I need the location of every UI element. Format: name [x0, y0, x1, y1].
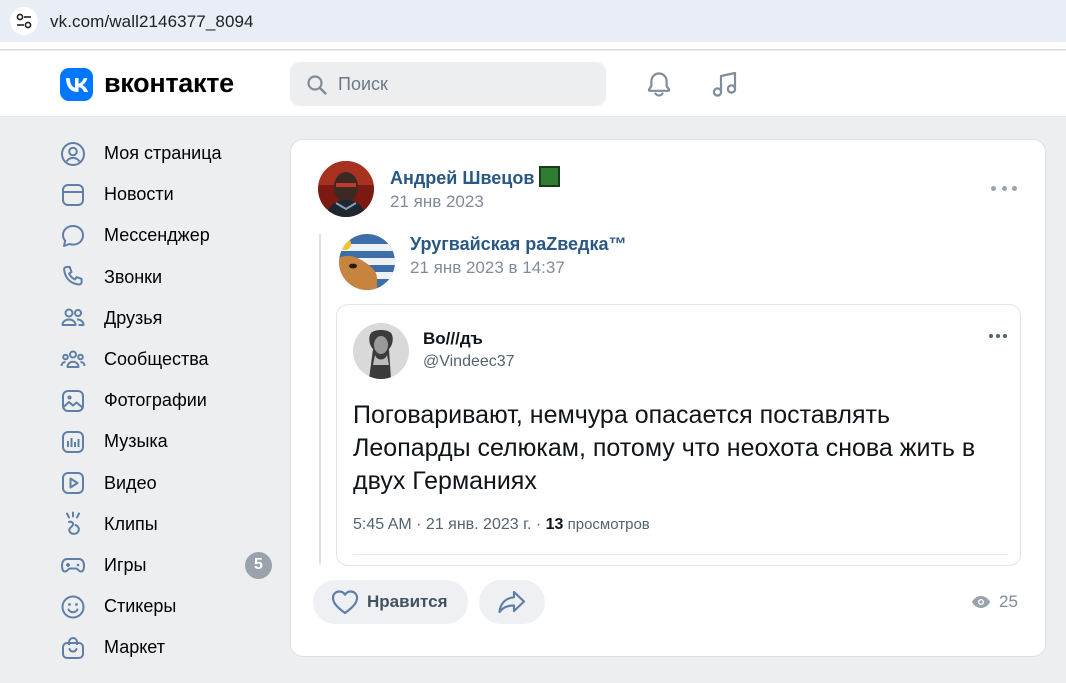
- sidebar-item-label: Стикеры: [104, 596, 177, 617]
- sidebar-item-friends[interactable]: Друзья: [60, 298, 275, 339]
- sidebar-item-calls[interactable]: Звонки: [60, 257, 275, 298]
- repost-avatar[interactable]: [339, 234, 395, 290]
- site-settings-icon[interactable]: [10, 7, 38, 35]
- vk-header: вконтакте: [0, 51, 1066, 117]
- sidebar-item-my-page[interactable]: Моя страница: [60, 133, 275, 174]
- tweet-image: Во///дъ @Vindeec37 Поговаривают, немчура…: [336, 304, 1021, 566]
- like-label: Нравится: [367, 592, 448, 611]
- sidebar-item-label: Звонки: [104, 266, 163, 287]
- sidebar-item-label: Фотографии: [104, 390, 207, 411]
- sidebar-item-label: Сообщества: [104, 349, 209, 370]
- sidebar-item-label: Музыка: [104, 431, 168, 452]
- post-author-name[interactable]: Андрей Швецов: [390, 166, 561, 189]
- sidebar-item-label: Маркет: [104, 637, 165, 658]
- sidebar-item-video[interactable]: Видео: [60, 463, 275, 504]
- address-bar-field[interactable]: vk.com/wall2146377_8094: [0, 0, 1066, 42]
- url-text[interactable]: vk.com/wall2146377_8094: [50, 12, 254, 32]
- friends-icon: [60, 304, 94, 332]
- sidebar-item-communities[interactable]: Сообщества: [60, 339, 275, 380]
- post-more-icon[interactable]: [991, 178, 1017, 198]
- sidebar-item-music[interactable]: Музыка: [60, 421, 275, 462]
- author-avatar[interactable]: [318, 161, 374, 217]
- left-nav: Моя страница Новости Мессенджер Звонки Д…: [60, 133, 275, 668]
- tweet-handle: @Vindeec37: [423, 353, 515, 370]
- bell-icon[interactable]: [643, 68, 675, 100]
- tweet-author-name: Во///дъ: [423, 329, 483, 348]
- clips-icon: [60, 510, 94, 538]
- share-arrow-icon: [497, 589, 527, 615]
- user-circle-icon: [60, 140, 94, 168]
- share-button[interactable]: [479, 580, 545, 624]
- sidebar-item-label: Игры: [104, 554, 147, 575]
- market-bag-icon: [60, 634, 94, 662]
- tweet-text: Поговаривают, немчура опасается поставля…: [353, 401, 976, 495]
- sidebar-item-label: Видео: [104, 472, 157, 493]
- tweet-more-icon: [989, 330, 1007, 342]
- browser-address-bar: vk.com/wall2146377_8094: [0, 0, 1066, 50]
- views-count: 25: [999, 592, 1018, 611]
- tweet-divider: [353, 554, 1008, 555]
- photo-icon: [60, 387, 94, 415]
- heart-icon: [331, 589, 359, 615]
- sidebar-item-label: Новости: [104, 184, 174, 205]
- wall-post: Андрей Швецов 21 янв 2023 Уругвайская ра…: [290, 139, 1046, 657]
- sidebar-item-messenger[interactable]: Мессенджер: [60, 215, 275, 256]
- news-icon: [60, 181, 94, 209]
- author-badge-icon: [539, 166, 561, 187]
- video-icon: [60, 469, 94, 497]
- sidebar-item-label: Друзья: [104, 307, 163, 328]
- vk-logo-icon[interactable]: [60, 68, 93, 101]
- sidebar-item-stickers[interactable]: Стикеры: [60, 586, 275, 627]
- search-input[interactable]: [338, 62, 588, 106]
- sidebar-item-photos[interactable]: Фотографии: [60, 380, 275, 421]
- sidebar-item-label: Мессенджер: [104, 225, 210, 246]
- communities-icon: [60, 346, 94, 374]
- sidebar-item-label: Моя страница: [104, 143, 222, 164]
- sidebar-item-market[interactable]: Маркет: [60, 627, 275, 668]
- phone-icon: [60, 263, 94, 291]
- sidebar-item-clips[interactable]: Клипы: [60, 504, 275, 545]
- eye-icon: [971, 595, 991, 609]
- repost-author-name[interactable]: Уругвайская раZведка™: [410, 234, 627, 255]
- search-icon: [306, 74, 328, 101]
- sidebar-item-label: Клипы: [104, 513, 158, 534]
- search-box[interactable]: [290, 62, 606, 106]
- message-bubble-icon: [60, 222, 94, 250]
- like-button[interactable]: Нравится: [313, 580, 468, 624]
- music-icon: [60, 428, 94, 456]
- repost-date[interactable]: 21 янв 2023 в 14:37: [410, 258, 565, 278]
- sidebar-item-news[interactable]: Новости: [60, 174, 275, 215]
- games-count-badge: 5: [245, 551, 272, 579]
- views-counter: 25: [971, 592, 1018, 612]
- tweet-meta: 5:45 AM · 21 янв. 2023 г. · 13 просмотро…: [353, 516, 650, 533]
- sidebar-item-games[interactable]: Игры 5: [60, 545, 275, 586]
- gamepad-icon: [60, 551, 94, 579]
- sticker-icon: [60, 593, 94, 621]
- logo-text[interactable]: вконтакте: [104, 68, 234, 99]
- tweet-avatar: [353, 323, 409, 379]
- music-note-icon[interactable]: [709, 68, 741, 100]
- post-date[interactable]: 21 янв 2023: [390, 192, 484, 212]
